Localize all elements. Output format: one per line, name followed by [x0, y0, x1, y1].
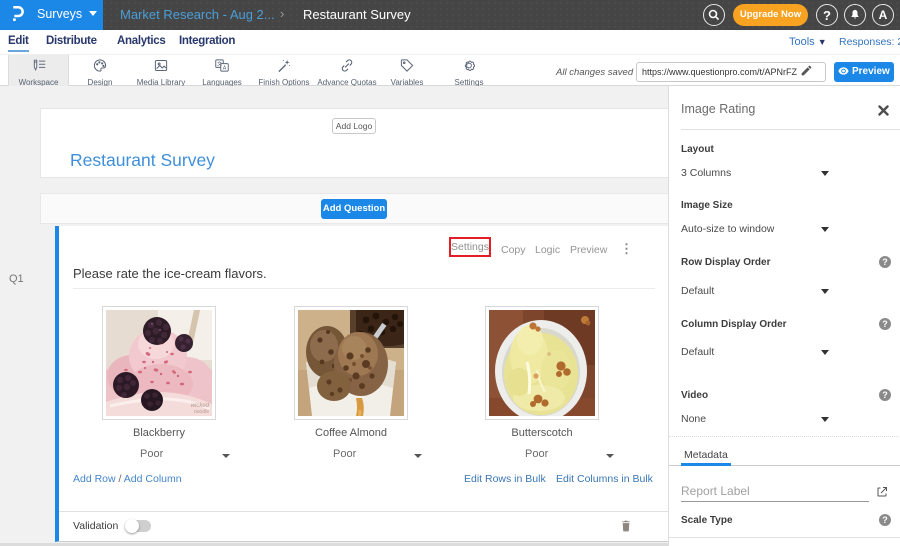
svg-text:文: 文 [217, 61, 222, 68]
svg-text:A: A [223, 66, 227, 72]
svg-text:noodle: noodle [194, 409, 209, 415]
